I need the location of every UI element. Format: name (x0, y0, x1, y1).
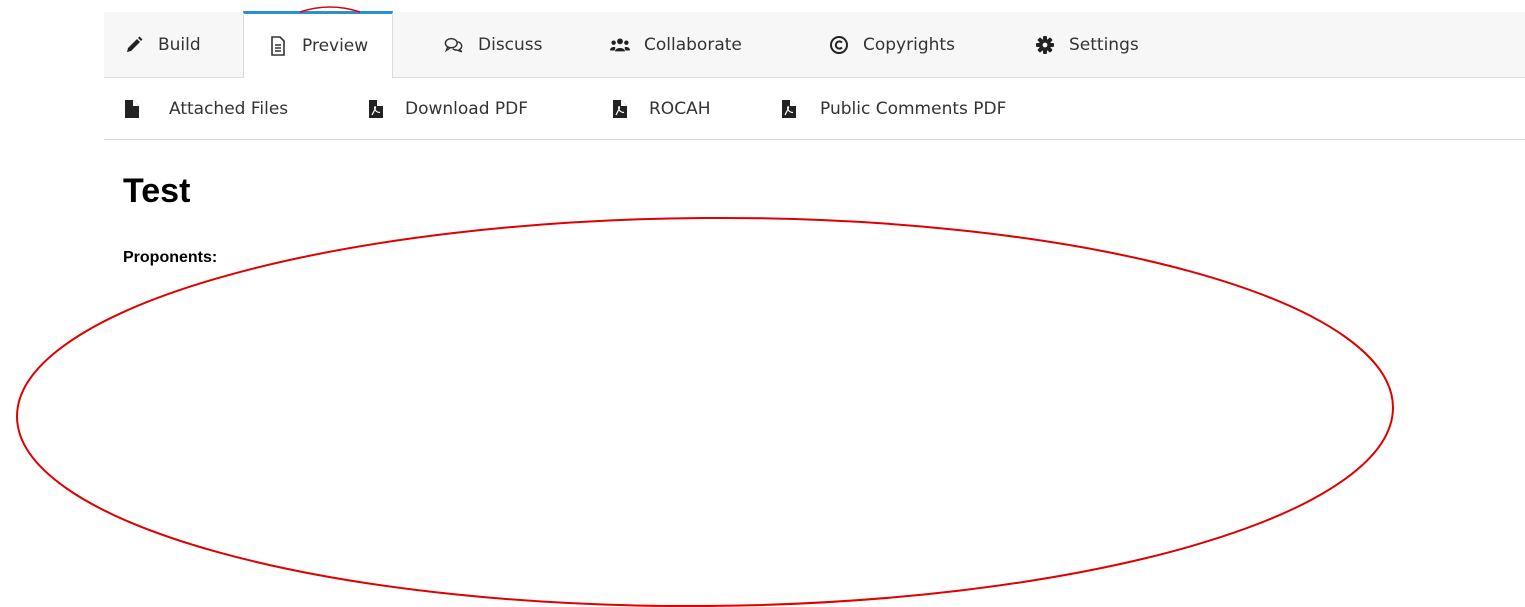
file-icon (123, 99, 141, 119)
tab-build[interactable]: Build (124, 12, 201, 78)
download-pdf-label: Download PDF (405, 99, 529, 119)
tab-settings[interactable]: Settings (1035, 12, 1139, 78)
main-tab-bar: Build Preview Discuss Collaborate Copyri… (104, 11, 1525, 78)
attached-files-label: Attached Files (169, 99, 289, 119)
users-icon (610, 35, 630, 55)
preview-actions-bar: Attached Files Download PDF ROCAH Public… (104, 78, 1525, 140)
rocah-link[interactable]: ROCAH (611, 78, 710, 140)
page-title: Test (123, 172, 191, 210)
speech-bubbles-icon (444, 35, 464, 55)
pdf-file-icon (780, 99, 798, 119)
tab-discuss-label: Discuss (478, 35, 543, 55)
tab-copyrights-label: Copyrights (863, 35, 955, 55)
tab-collaborate-label: Collaborate (644, 35, 742, 55)
pencil-icon (124, 35, 144, 55)
tab-preview[interactable]: Preview (243, 11, 394, 78)
tab-copyrights[interactable]: Copyrights (829, 12, 955, 78)
tab-collaborate[interactable]: Collaborate (610, 12, 742, 78)
proponents-label: Proponents: (123, 249, 218, 266)
attached-files-link[interactable]: Attached Files (123, 78, 288, 140)
public-comments-pdf-label: Public Comments PDF (820, 99, 1007, 119)
pdf-file-icon (611, 99, 629, 119)
copyright-icon (829, 35, 849, 55)
gear-icon (1035, 35, 1055, 55)
tab-build-label: Build (158, 35, 201, 55)
public-comments-pdf-link[interactable]: Public Comments PDF (780, 78, 1006, 140)
tab-preview-label: Preview (302, 36, 369, 56)
tab-settings-label: Settings (1069, 35, 1139, 55)
document-icon (268, 36, 288, 56)
tab-discuss[interactable]: Discuss (444, 12, 543, 78)
rocah-label: ROCAH (649, 99, 711, 119)
download-pdf-link[interactable]: Download PDF (367, 78, 528, 140)
pdf-file-icon (367, 99, 385, 119)
